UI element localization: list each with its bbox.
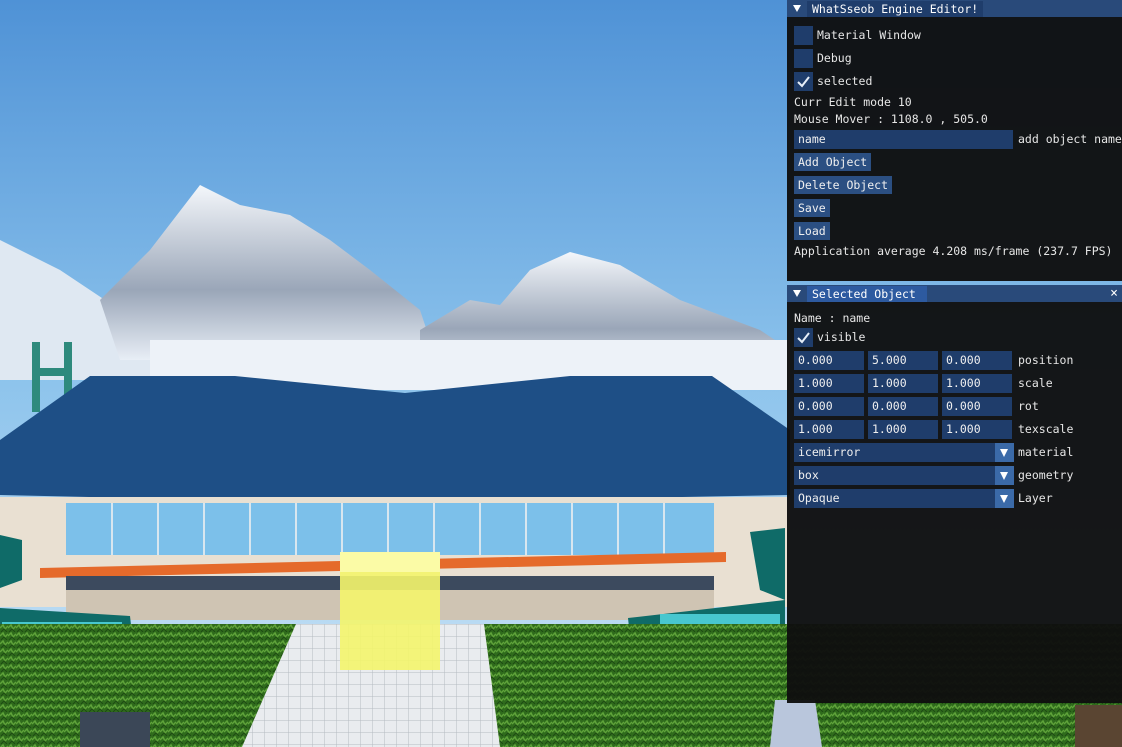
selected-label: selected (817, 74, 873, 88)
material-value: icemirror (798, 445, 861, 459)
collapse-arrow-icon[interactable] (793, 290, 801, 297)
texscale-x-input[interactable]: 1.000 (794, 420, 864, 439)
save-button[interactable]: Save (794, 199, 830, 217)
load-button[interactable]: Load (794, 222, 830, 240)
scale-label: scale (1018, 376, 1053, 390)
position-x-input[interactable]: 0.000 (794, 351, 864, 370)
selected-object-window[interactable]: Selected Object × Name : name visible 0.… (787, 285, 1122, 703)
layer-dropdown[interactable]: Opaque (794, 489, 1014, 508)
object-name-input[interactable]: name (794, 130, 1013, 149)
layer-label: Layer (1018, 491, 1053, 505)
selected-object-titlebar[interactable]: Selected Object × (787, 285, 1122, 302)
building-roof (0, 376, 790, 503)
rot-z-input[interactable]: 0.000 (942, 397, 1012, 416)
material-window-label: Material Window (817, 28, 921, 42)
debug-checkbox[interactable] (794, 49, 813, 68)
checkmark-icon (797, 332, 810, 344)
rot-y-input[interactable]: 0.000 (868, 397, 938, 416)
fps-text: Application average 4.208 ms/frame (237.… (794, 244, 1113, 258)
delete-object-button[interactable]: Delete Object (794, 176, 893, 194)
position-label: position (1018, 353, 1074, 367)
selected-object-title: Selected Object (807, 286, 927, 302)
scale-y-input[interactable]: 1.000 (868, 374, 938, 393)
position-z-input[interactable]: 0.000 (942, 351, 1012, 370)
add-object-button[interactable]: Add Object (794, 153, 872, 171)
collapse-arrow-icon[interactable] (793, 5, 801, 12)
chevron-down-icon[interactable] (995, 489, 1014, 508)
scale-x-input[interactable]: 1.000 (794, 374, 864, 393)
bridge-tower (32, 342, 40, 412)
object-name-label: add object name (1018, 132, 1122, 146)
mouse-mover-text: Mouse Mover : 1108.0 , 505.0 (794, 112, 988, 126)
bench-prop (80, 712, 150, 747)
editor-window[interactable]: WhatSseob Engine Editor! Material Window… (787, 0, 1122, 281)
texscale-label: texscale (1018, 422, 1074, 436)
material-label: material (1018, 445, 1074, 459)
edit-mode-text: Curr Edit mode 10 (794, 95, 912, 109)
scale-z-input[interactable]: 1.000 (942, 374, 1012, 393)
texscale-y-input[interactable]: 1.000 (868, 420, 938, 439)
object-name-text: Name : name (794, 311, 871, 325)
statue-prop (770, 700, 822, 747)
checkmark-icon (797, 76, 810, 88)
visible-checkbox[interactable] (794, 328, 813, 347)
geometry-label: geometry (1018, 468, 1074, 482)
position-y-input[interactable]: 5.000 (868, 351, 938, 370)
editor-title: WhatSseob Engine Editor! (807, 1, 984, 17)
texscale-z-input[interactable]: 1.000 (942, 420, 1012, 439)
material-window-checkbox[interactable] (794, 26, 813, 45)
chevron-down-icon[interactable] (995, 466, 1014, 485)
rot-label: rot (1018, 399, 1039, 413)
visible-label: visible (817, 330, 866, 344)
building-windows (66, 503, 714, 555)
rot-x-input[interactable]: 0.000 (794, 397, 864, 416)
debug-label: Debug (817, 51, 852, 65)
chevron-down-icon[interactable] (995, 443, 1014, 462)
geometry-value: box (798, 468, 819, 482)
editor-titlebar[interactable]: WhatSseob Engine Editor! (787, 0, 1122, 17)
close-icon[interactable]: × (1110, 285, 1118, 302)
layer-value: Opaque (798, 491, 840, 505)
selected-checkbox[interactable] (794, 72, 813, 91)
material-dropdown[interactable]: icemirror (794, 443, 1014, 462)
geometry-dropdown[interactable]: box (794, 466, 1014, 485)
